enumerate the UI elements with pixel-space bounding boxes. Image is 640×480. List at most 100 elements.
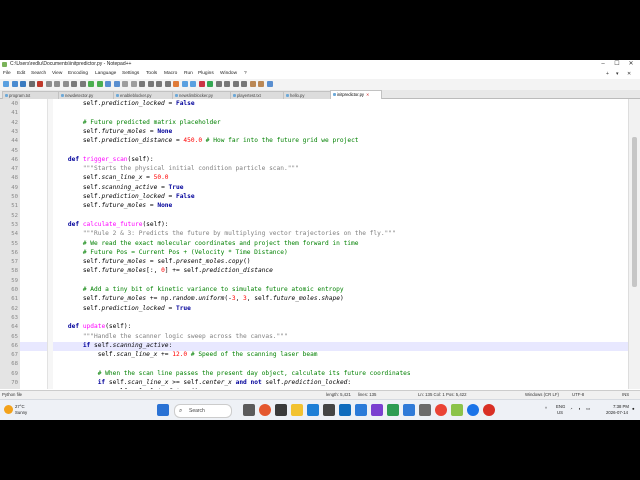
app-icon-5[interactable] [355, 404, 367, 416]
code-line[interactable]: self.future_moles = None [53, 128, 172, 135]
tab-playertest-txt[interactable]: playertest.txt [230, 91, 284, 99]
toolbar-button-icon[interactable] [45, 81, 52, 87]
toolbar-button-icon[interactable] [224, 81, 230, 87]
scrollbar-thumb[interactable] [632, 137, 637, 287]
code-line[interactable]: self.calculate_future() [53, 388, 199, 389]
task-view-icon[interactable] [243, 404, 255, 416]
weather-desc[interactable]: Sunny [15, 410, 27, 415]
code-line[interactable]: """Handle the scanner logic sweep across… [53, 333, 288, 340]
menu-help[interactable]: ? [244, 70, 247, 78]
code-line[interactable]: self.scanning_active = True [53, 184, 184, 191]
toolbar-button-icon[interactable] [258, 81, 264, 87]
app-icon-2[interactable] [275, 404, 287, 416]
menu-encoding[interactable]: Encoding [68, 70, 88, 78]
weather-temp[interactable]: 27°C [15, 404, 25, 409]
code-line[interactable]: self.scan_line_x += 12.0 # Speed of the … [53, 351, 318, 358]
menu-file[interactable]: File [3, 70, 11, 78]
toolbar-button-icon[interactable] [215, 81, 222, 87]
app-icon-11[interactable] [483, 404, 495, 416]
menu-macro[interactable]: Macro [164, 70, 177, 78]
menu-run[interactable]: Run [184, 70, 193, 78]
toolbar-button-icon[interactable] [96, 81, 103, 87]
menu-window[interactable]: Window [220, 70, 237, 78]
code-line[interactable]: self.prediction_locked = False [53, 193, 195, 200]
toolbar-button-icon[interactable] [71, 81, 77, 87]
code-line[interactable]: def calculate_future(self): [53, 221, 169, 228]
code-line[interactable]: self.prediction_locked = False [53, 100, 195, 107]
code-line[interactable]: self.future_moles = self.present_moles.c… [53, 258, 251, 265]
toolbar-button-icon[interactable] [28, 81, 35, 87]
menu-settings[interactable]: Settings [122, 70, 139, 78]
toolbar-button-icon[interactable] [130, 81, 137, 87]
maximize-button[interactable]: ☐ [610, 60, 624, 69]
close-window-button[interactable]: ✕ [624, 60, 638, 69]
toolbar-button-icon[interactable] [11, 81, 18, 87]
tab-enableblocker-py[interactable]: enableblocker.py [113, 91, 173, 99]
toolbar-button-icon[interactable] [113, 81, 120, 87]
toolbar-button-icon[interactable] [37, 81, 43, 87]
toolbar-button-icon[interactable] [181, 81, 188, 87]
tab-program-txt[interactable]: program.txt [2, 91, 59, 99]
code-line[interactable]: # When the scan line passes the present … [53, 370, 411, 377]
close-doc-icon[interactable]: ✕ [627, 70, 631, 78]
tab-list-icon[interactable]: ▾ [616, 70, 619, 78]
code-line[interactable]: self.future_moles = None [53, 202, 172, 209]
code-line[interactable]: # We read the exact molecular coordinate… [53, 240, 359, 247]
toolbar-button-icon[interactable] [241, 81, 247, 87]
close-tab-icon[interactable]: ✕ [366, 92, 370, 97]
toolbar-button-icon[interactable] [88, 81, 94, 87]
chrome-icon[interactable] [435, 404, 447, 416]
toolbar-button-icon[interactable] [249, 81, 256, 87]
vertical-scrollbar[interactable] [628, 99, 640, 389]
tab-newslimblocker-py[interactable]: newslimblocker.py [172, 91, 231, 99]
code-line[interactable]: if self.scan_line_x >= self.center_x and… [53, 379, 351, 386]
code-line[interactable]: # Future predicted matrix placeholder [53, 119, 221, 126]
toolbar-button-icon[interactable] [190, 81, 196, 87]
tray-overflow-icon[interactable]: ^ [545, 406, 547, 411]
notification-icon[interactable]: ● [632, 406, 635, 411]
code-line[interactable]: """Starts the physical initial condition… [53, 165, 299, 172]
toolbar-button-icon[interactable] [3, 81, 9, 87]
code-editor[interactable]: 40 self.prediction_locked = False 41 42 # … [0, 99, 628, 389]
toolbar-button-icon[interactable] [266, 81, 273, 87]
toolbar-button-icon[interactable] [105, 81, 111, 87]
toolbar-button-icon[interactable] [20, 81, 26, 87]
edge-browser-icon[interactable] [307, 404, 319, 416]
menu-plugins[interactable]: Plugins [198, 70, 214, 78]
menu-view[interactable]: View [52, 70, 62, 78]
battery-icon[interactable]: ▭ [586, 406, 590, 412]
app-icon-9[interactable] [419, 404, 431, 416]
weather-icon[interactable] [4, 405, 13, 414]
code-line[interactable]: self.future_moles[:, 0] += self.predicti… [53, 267, 273, 274]
new-tab-icon[interactable]: + [606, 70, 609, 78]
file-explorer-icon[interactable] [291, 404, 303, 416]
clock-time[interactable]: 7:38 PM [613, 404, 629, 409]
toolbar-button-icon[interactable] [79, 81, 86, 87]
code-line[interactable]: self.scan_line_x = 50.0 [53, 174, 169, 181]
wifi-icon[interactable]: ◔ [570, 406, 573, 411]
toolbar-button-icon[interactable] [232, 81, 239, 87]
toolbar-button-icon[interactable] [156, 81, 162, 87]
code-line[interactable]: self.future_moles += np.random.uniform(-… [53, 295, 344, 302]
code-line[interactable]: """Rule 2 & 3: Predicts the future by mu… [53, 230, 396, 237]
code-line[interactable]: # Future Pos = Current Pos + (Velocity *… [53, 249, 288, 256]
start-windows-icon[interactable] [157, 404, 169, 416]
toolbar-button-icon[interactable] [173, 81, 179, 87]
menu-edit[interactable]: Edit [17, 70, 25, 78]
code-line[interactable]: # Add a tiny bit of kinetic variance to … [53, 286, 344, 293]
lang-indicator[interactable]: ENG [556, 404, 565, 409]
tab-newdetector-py[interactable]: newdetector.py [58, 91, 114, 99]
app-icon-6[interactable] [371, 404, 383, 416]
toolbar-button-icon[interactable] [54, 81, 60, 87]
code-line[interactable]: if self.scanning_active: [53, 342, 172, 349]
toolbar-button-icon[interactable] [122, 81, 128, 87]
app-icon-8[interactable] [403, 404, 415, 416]
menu-search[interactable]: Search [31, 70, 46, 78]
lang-region[interactable]: US [557, 410, 563, 415]
taskbar-search-box[interactable]: ⌕ Search [174, 404, 232, 418]
toolbar-button-icon[interactable] [207, 81, 213, 87]
toolbar-button-icon[interactable] [62, 81, 69, 87]
app-icon-7[interactable] [387, 404, 399, 416]
volume-icon[interactable]: ◖ [578, 406, 581, 411]
code-line[interactable]: def trigger_scan(self): [53, 156, 154, 163]
